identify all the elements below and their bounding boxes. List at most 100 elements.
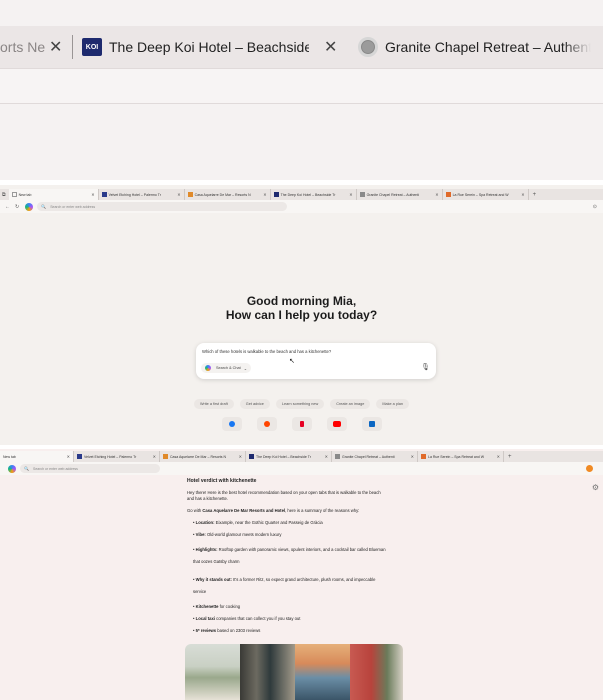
extensions-icon[interactable]: ⊙ bbox=[593, 204, 597, 210]
tab-velvet-etching[interactable]: Velvet Etching Hotel – Palermo Tr ✕ bbox=[99, 189, 185, 200]
hotel-favicon-icon bbox=[101, 192, 107, 197]
microphone-icon[interactable]: 🎙 bbox=[421, 363, 430, 371]
quick-link-youtube[interactable] bbox=[326, 417, 347, 431]
chat-query-text[interactable]: Which of these hotels is walkable to the… bbox=[202, 349, 331, 354]
tab-casa-aquelarre[interactable]: Casa Aquelarre De Mar – Resorts N ✕ bbox=[160, 451, 246, 462]
tab-granite-chapel[interactable]: Granite Chapel Retreat – Authenti ✕ bbox=[357, 189, 443, 200]
new-tab-panel: ⧉ New tab ✕ Velvet Etching Hotel – Paler… bbox=[0, 185, 603, 445]
tab-close-icon[interactable]: ✕ bbox=[239, 454, 242, 459]
answer-bullet: • Highlights: Rooftop garden with panora… bbox=[193, 547, 386, 564]
tab-title: Velvet Etching Hotel – Palermo Tr bbox=[108, 192, 161, 197]
tab-close-icon[interactable]: ✕ bbox=[497, 454, 500, 459]
answer-heading: Hotel verdict with kitchenette bbox=[187, 478, 257, 484]
quick-link-linkedin[interactable] bbox=[361, 417, 382, 431]
tab-title: La Rue Serein – Spa Retreat and W bbox=[452, 192, 509, 197]
copilot-answer: Hotel verdict with kitchenette Hey there… bbox=[187, 478, 387, 640]
tab-close-icon[interactable]: ✕ bbox=[67, 454, 70, 459]
copilot-icon[interactable] bbox=[25, 202, 34, 211]
chip-learn-something-new[interactable]: Learn something new bbox=[275, 399, 325, 409]
copilot-icon[interactable] bbox=[8, 464, 16, 473]
quick-links bbox=[0, 417, 603, 431]
profile-avatar-icon[interactable] bbox=[586, 465, 593, 472]
pinterest-icon bbox=[299, 421, 304, 427]
new-tab-plus-icon[interactable]: + bbox=[508, 454, 512, 460]
facebook-icon bbox=[228, 421, 235, 427]
address-placeholder: Search or enter web address bbox=[50, 204, 96, 209]
tab-title: La Rue Serein – Spa Retreat and W bbox=[428, 454, 485, 459]
hotel-room-photo[interactable] bbox=[185, 644, 240, 700]
greeting-line-1: Good morning Mia, bbox=[246, 294, 357, 308]
tab-la-rue-serein[interactable]: La Rue Serein – Spa Retreat and W ✕ bbox=[443, 189, 529, 200]
zoomed-address-bar[interactable] bbox=[0, 68, 603, 104]
bullet-text: based on 2303 reviews bbox=[216, 628, 261, 633]
greeting-line-2: How can I help you today? bbox=[225, 308, 378, 322]
tab-close-icon[interactable]: ✕ bbox=[153, 454, 156, 459]
tab-actions-icon[interactable]: ⧉ bbox=[2, 192, 6, 198]
tab-close-icon[interactable]: ✕ bbox=[411, 454, 414, 459]
quick-link-pinterest[interactable] bbox=[291, 417, 312, 431]
bullet-label: Kitchenette bbox=[195, 604, 219, 609]
tab-casa-aquelarre[interactable]: Casa Aquelarre De Mar – Resorts N ✕ bbox=[185, 189, 271, 200]
hotel-bar-photo[interactable] bbox=[240, 644, 295, 700]
tab-close-icon[interactable]: ✕ bbox=[263, 192, 266, 197]
tab-deep-koi[interactable]: The Deep Koi Hotel – Beachside Tr ✕ bbox=[271, 189, 357, 200]
tab-new-tab[interactable]: New tab ✕ bbox=[0, 451, 74, 462]
address-bar-row: 🔍 Search or enter web address bbox=[0, 462, 603, 475]
tab-close-icon[interactable]: ✕ bbox=[91, 192, 94, 197]
tab-title: The Deep Koi Hotel – Beachside Tr bbox=[280, 192, 336, 197]
go-with-prefix: Go with bbox=[187, 508, 203, 513]
hotel-favicon-icon bbox=[421, 454, 426, 459]
tab-velvet-etching[interactable]: Velvet Etching Hotel – Palermo Tr ✕ bbox=[74, 451, 160, 462]
tab-close-icon[interactable]: ✕ bbox=[349, 192, 352, 197]
tab-title: orts Ne bbox=[0, 39, 45, 55]
tab-granite-chapel[interactable]: Granite Chapel Retreat – Authenti ✕ bbox=[332, 451, 418, 462]
tab-new-tab[interactable]: New tab ✕ bbox=[8, 189, 99, 200]
answer-bullet: • Kitchenette for cooking bbox=[193, 604, 241, 609]
tab-close-icon[interactable]: ✕ bbox=[325, 454, 328, 459]
address-input[interactable]: 🔍 Search or enter web address bbox=[37, 202, 288, 211]
address-placeholder: Search or enter web address bbox=[32, 466, 78, 471]
settings-gear-icon[interactable]: ⚙ bbox=[592, 483, 599, 492]
tab-la-rue-serein[interactable]: La Rue Serein – Spa Retreat and W ✕ bbox=[418, 451, 504, 462]
chat-input-box[interactable]: Which of these hotels is walkable to the… bbox=[196, 343, 436, 379]
bullet-text: Eixample, near the Gothic Quarter and Pa… bbox=[214, 520, 323, 525]
quick-link-facebook[interactable] bbox=[221, 417, 242, 431]
back-arrow-icon[interactable]: ← bbox=[5, 204, 10, 210]
tab-close-icon[interactable]: ✕ bbox=[177, 192, 180, 197]
address-input[interactable]: 🔍 Search or enter web address bbox=[20, 464, 160, 473]
beach-sunset-photo[interactable] bbox=[295, 644, 350, 700]
tab-title: New tab bbox=[3, 454, 16, 459]
tab-close-icon[interactable]: ✕ bbox=[49, 37, 62, 57]
search-icon: 🔍 bbox=[24, 466, 29, 471]
answer-bullet: • Why it stands out: It's a former Ritz,… bbox=[193, 577, 376, 594]
refresh-icon[interactable]: ↻ bbox=[15, 204, 19, 210]
granite-logo-icon bbox=[358, 37, 378, 57]
answer-intro: Hey there! Here is the best hotel recomm… bbox=[187, 490, 381, 501]
tab-deep-koi[interactable]: The Deep Koi Hotel – Beachside Tr ✕ bbox=[246, 451, 332, 462]
tab-bar: ⧉ New tab ✕ Velvet Etching Hotel – Paler… bbox=[0, 189, 603, 200]
mode-label: Search & Chat bbox=[216, 366, 241, 370]
zoomed-tab-strip-panel: orts Ne ✕ KOI The Deep Koi Hotel – Beach… bbox=[0, 0, 603, 180]
chip-make-plan[interactable]: Make a plan bbox=[376, 399, 409, 409]
tab-bar: New tab ✕ Velvet Etching Hotel – Palermo… bbox=[0, 451, 603, 462]
suggestion-chips: Write a first draft Get advice Learn som… bbox=[0, 399, 603, 409]
search-chat-mode-button[interactable]: Search & Chat ⌄ bbox=[201, 363, 251, 373]
tab-close-icon[interactable]: ✕ bbox=[521, 192, 524, 197]
tab-title: Granite Chapel Retreat – Authenti bbox=[366, 192, 420, 197]
tab-title: New tab bbox=[18, 192, 32, 197]
koi-logo-icon: KOI bbox=[82, 38, 102, 56]
new-tab-plus-icon[interactable]: + bbox=[533, 192, 537, 198]
bullet-label: Location: bbox=[195, 520, 215, 525]
tab-deep-koi[interactable]: KOI The Deep Koi Hotel – Beachside Tra bbox=[82, 26, 342, 68]
answer-bullet: • Location: Eixample, near the Gothic Qu… bbox=[193, 520, 323, 525]
chip-get-advice[interactable]: Get advice bbox=[239, 399, 270, 409]
chip-write-first-draft[interactable]: Write a first draft bbox=[193, 399, 234, 409]
tab-close-icon[interactable]: ✕ bbox=[324, 37, 337, 57]
hotel-favicon-icon bbox=[249, 454, 254, 459]
quick-link-reddit[interactable] bbox=[256, 417, 277, 431]
tab-separator bbox=[72, 35, 73, 59]
hotel-facade-photo[interactable] bbox=[350, 644, 403, 700]
tab-close-icon[interactable]: ✕ bbox=[435, 192, 438, 197]
chip-create-image[interactable]: Create an image bbox=[330, 399, 371, 409]
zoomed-tab-strip: orts Ne ✕ KOI The Deep Koi Hotel – Beach… bbox=[0, 26, 603, 68]
